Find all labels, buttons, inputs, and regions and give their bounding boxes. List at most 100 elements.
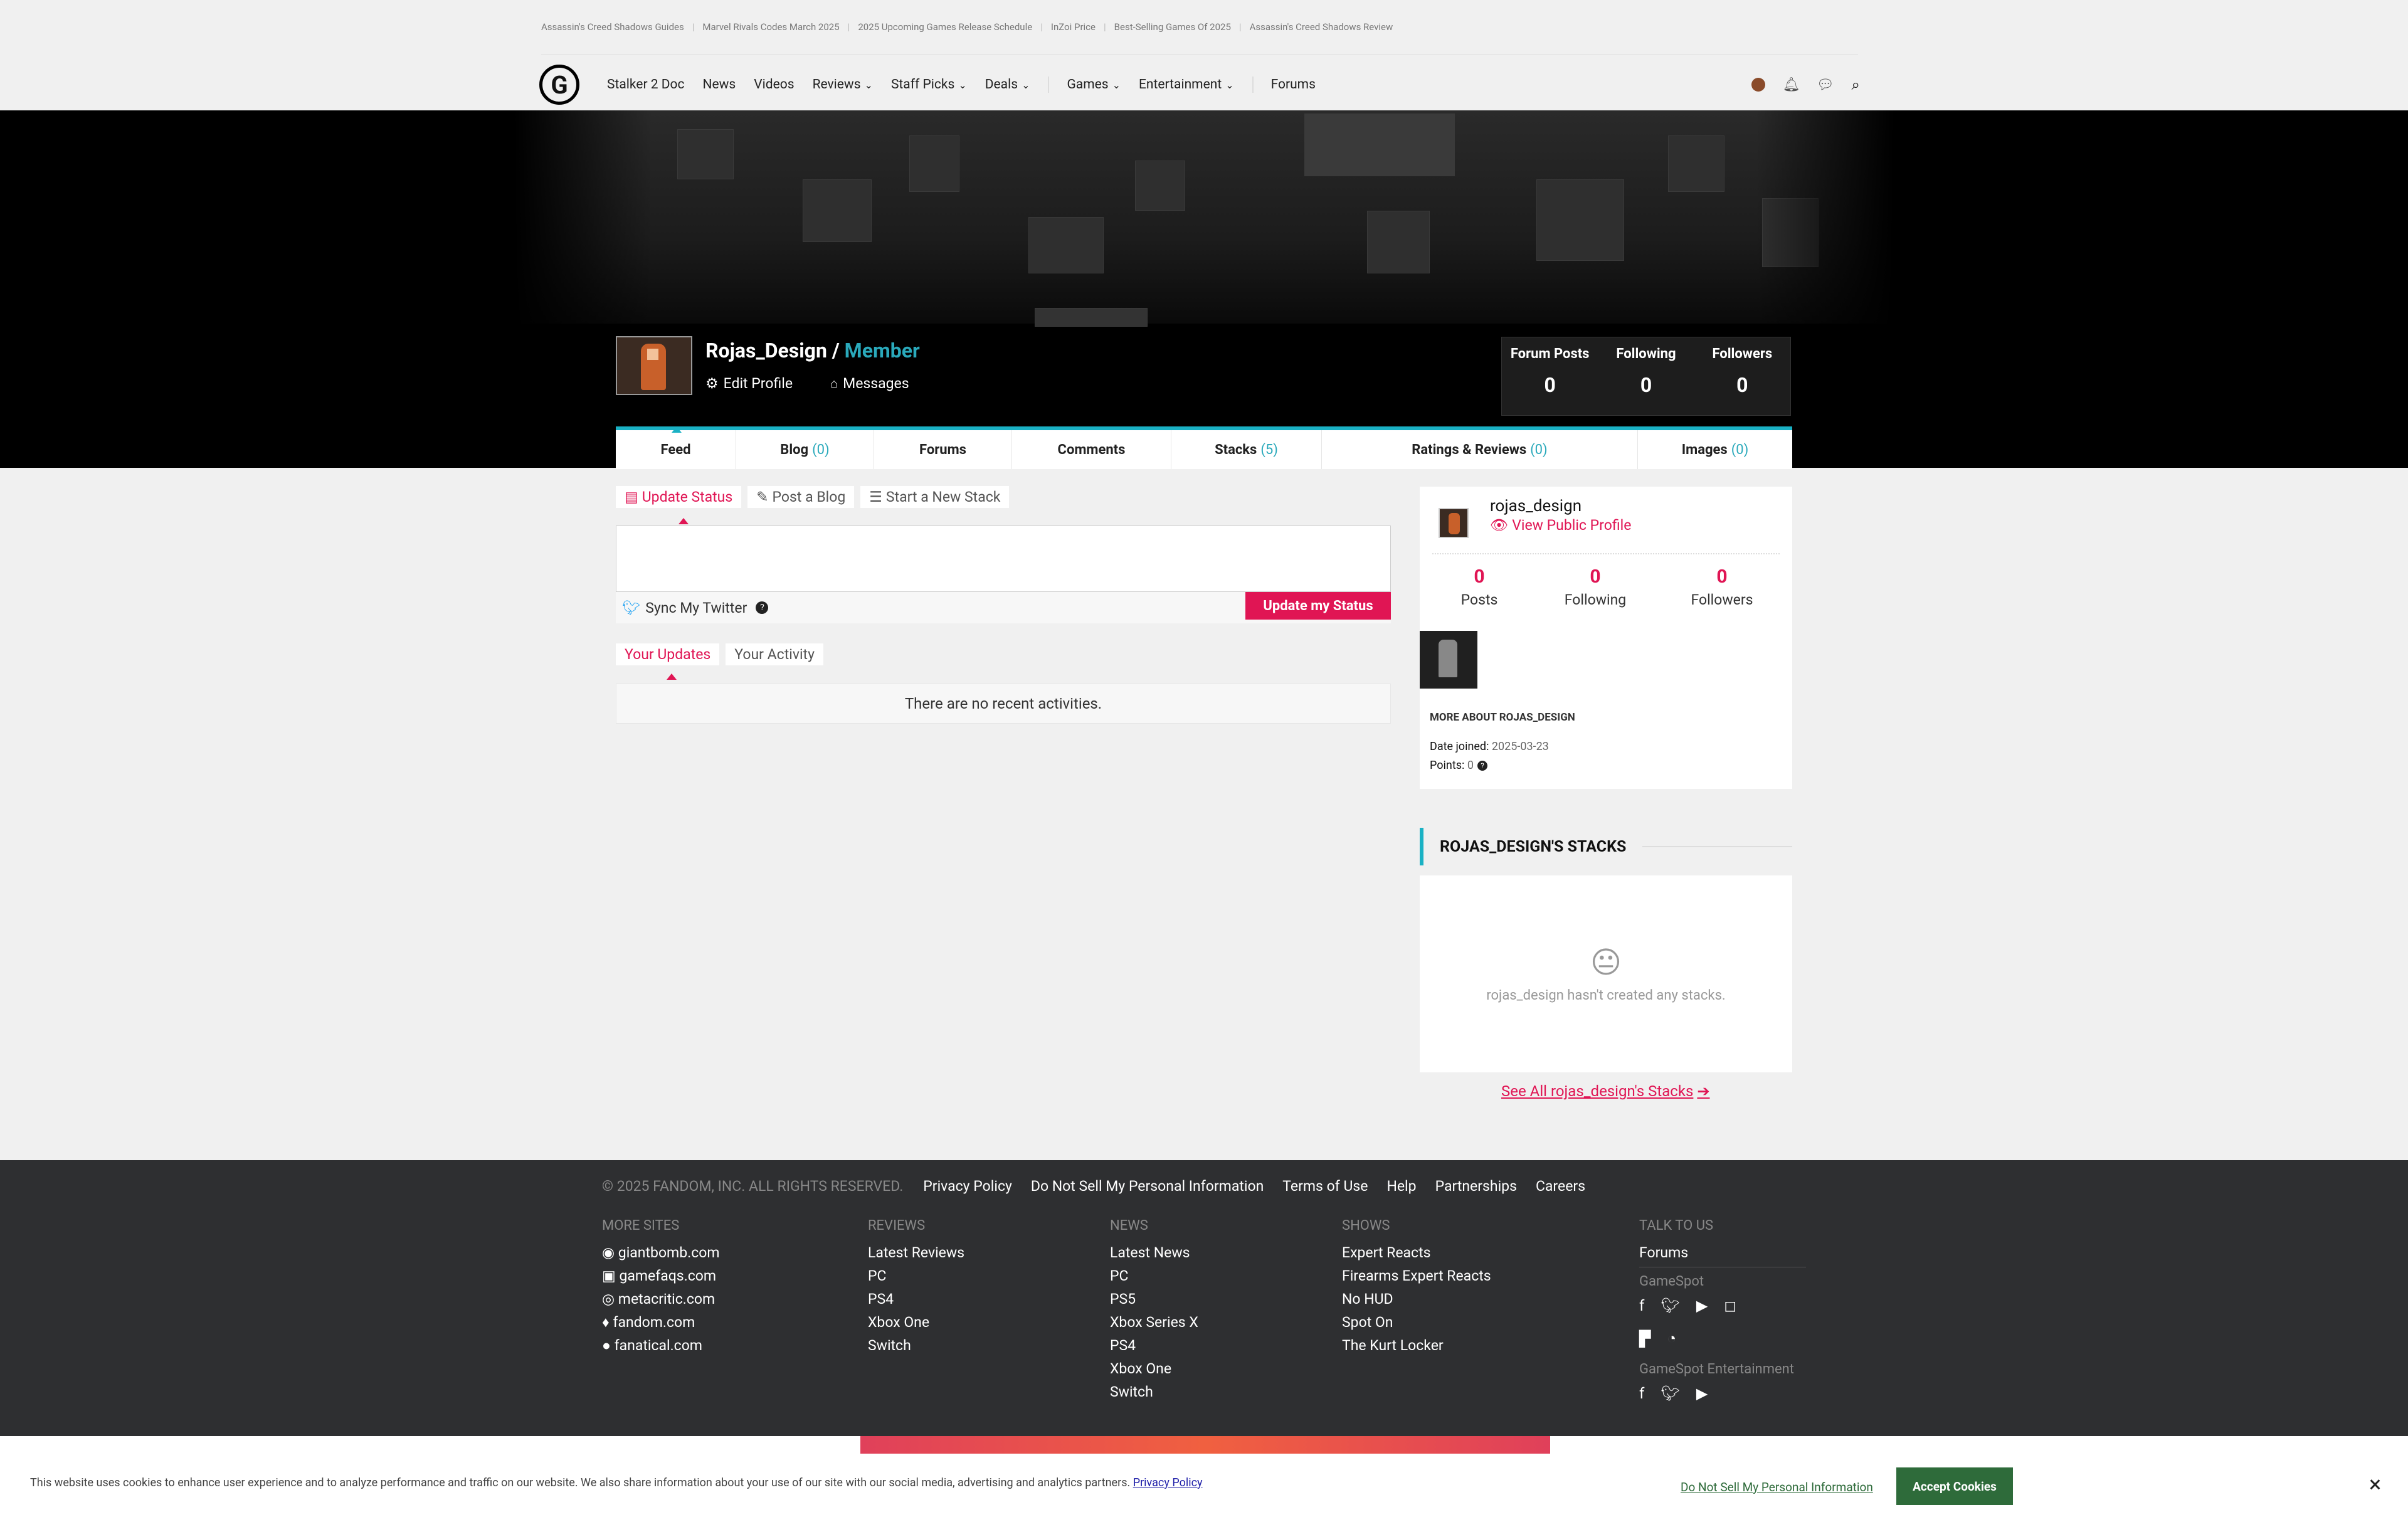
- tab-blog[interactable]: Blog (0): [736, 430, 874, 469]
- help-icon[interactable]: ?: [756, 601, 769, 614]
- giantbomb-icon: ◉: [602, 1244, 618, 1261]
- footer-link[interactable]: PS4: [868, 1287, 964, 1311]
- nav-forums[interactable]: Forums: [1271, 77, 1316, 92]
- edit-profile-link[interactable]: ⚙ Edit Profile: [705, 375, 811, 392]
- search-icon[interactable]: ⌕: [1852, 76, 1860, 93]
- site-fanatical[interactable]: ● fanatical.com: [602, 1334, 720, 1357]
- trending-link[interactable]: Assassin's Creed Shadows Guides: [541, 21, 684, 33]
- chat-icon[interactable]: 💬︎: [1817, 77, 1834, 93]
- view-public-profile-link[interactable]: 👁︎ View Public Profile: [1490, 517, 1631, 534]
- twitter-icon: 🐦︎: [622, 599, 641, 616]
- footer-link[interactable]: Xbox One: [868, 1311, 964, 1334]
- footer-link-dnsmpi[interactable]: Do Not Sell My Personal Information: [1031, 1178, 1264, 1195]
- instagram-icon[interactable]: ◻: [1724, 1297, 1736, 1314]
- footer-link[interactable]: Xbox Series X: [1110, 1311, 1198, 1334]
- nav-staff-picks[interactable]: Staff Picks ⌄: [891, 77, 967, 92]
- sync-twitter-toggle[interactable]: Sync My Twitter: [645, 600, 747, 616]
- site-fandom[interactable]: ♦ fandom.com: [602, 1311, 720, 1334]
- tab-update-status[interactable]: ▤ Update Status: [616, 485, 742, 508]
- accept-cookies-button[interactable]: Accept Cookies: [1896, 1467, 2013, 1505]
- help-icon[interactable]: ?: [1477, 760, 1487, 771]
- stat-forum-posts[interactable]: Forum Posts 0: [1502, 337, 1598, 397]
- youtube-icon[interactable]: ▶: [1696, 1297, 1708, 1314]
- card-username[interactable]: rojas_design: [1490, 497, 1582, 515]
- nav-games[interactable]: Games ⌄: [1067, 77, 1121, 92]
- member-role[interactable]: Member: [845, 339, 920, 362]
- stat-followers[interactable]: Followers 0: [1694, 337, 1790, 397]
- tab-forums[interactable]: Forums: [874, 430, 1012, 469]
- bell-icon[interactable]: 🔔︎: [1783, 77, 1800, 93]
- footer-link[interactable]: Firearms Expert Reacts: [1342, 1264, 1491, 1287]
- tab-post-blog[interactable]: ✎ Post a Blog: [747, 485, 855, 508]
- footer-link[interactable]: Xbox One: [1110, 1357, 1198, 1380]
- nav-reviews[interactable]: Reviews ⌄: [813, 77, 873, 92]
- facebook-icon[interactable]: f: [1639, 1385, 1644, 1402]
- separator: |: [1103, 21, 1106, 33]
- do-not-sell-link[interactable]: Do Not Sell My Personal Information: [1681, 1480, 1873, 1494]
- site-gamefaqs[interactable]: ▣ gamefaqs.com: [602, 1264, 720, 1287]
- card-stat-posts[interactable]: 0 Posts: [1420, 566, 1539, 608]
- tab-images[interactable]: Images (0): [1638, 430, 1792, 469]
- nav-entertainment[interactable]: Entertainment ⌄: [1139, 77, 1234, 92]
- trending-link[interactable]: Assassin's Creed Shadows Review: [1250, 21, 1393, 33]
- tab-new-stack[interactable]: ☰ Start a New Stack: [860, 485, 1010, 508]
- card-divider: [1432, 553, 1780, 554]
- user-image-thumbnail[interactable]: [1420, 631, 1477, 689]
- footer-link[interactable]: PC: [868, 1264, 964, 1287]
- separator: |: [847, 21, 850, 33]
- site-giantbomb[interactable]: ◉ giantbomb.com: [602, 1241, 720, 1264]
- tab-ratings-reviews[interactable]: Ratings & Reviews (0): [1322, 430, 1638, 469]
- footer-link[interactable]: Latest News: [1110, 1241, 1198, 1264]
- footer-link[interactable]: Switch: [1110, 1380, 1198, 1403]
- stat-following[interactable]: Following 0: [1598, 337, 1694, 397]
- tab-your-updates[interactable]: Your Updates: [616, 643, 720, 665]
- tab-stacks[interactable]: Stacks (5): [1171, 430, 1322, 469]
- trending-link[interactable]: Marvel Rivals Codes March 2025: [702, 21, 839, 33]
- tab-your-activity[interactable]: Your Activity: [726, 643, 823, 665]
- status-textarea[interactable]: [616, 526, 1391, 592]
- footer-link-terms[interactable]: Terms of Use: [1282, 1178, 1368, 1195]
- twitter-icon[interactable]: 🐦︎: [1661, 1297, 1679, 1314]
- tab-feed[interactable]: Feed: [616, 430, 736, 469]
- footer-link[interactable]: PS5: [1110, 1287, 1198, 1311]
- cookie-privacy-link[interactable]: Privacy Policy: [1133, 1476, 1203, 1489]
- footer-link-help[interactable]: Help: [1386, 1178, 1416, 1195]
- nav-videos[interactable]: Videos: [754, 77, 794, 92]
- trending-link[interactable]: 2025 Upcoming Games Release Schedule: [858, 21, 1032, 33]
- banner-tile: [677, 129, 734, 179]
- messages-link[interactable]: ⌂ Messages: [830, 375, 928, 392]
- trending-link[interactable]: Best-Selling Games Of 2025: [1114, 21, 1231, 33]
- facebook-icon[interactable]: f: [1639, 1297, 1644, 1314]
- rss-icon[interactable]: ◔: [1667, 1329, 1676, 1348]
- footer-link-careers[interactable]: Careers: [1536, 1178, 1585, 1195]
- close-icon[interactable]: ×: [2369, 1471, 2381, 1498]
- card-stat-followers[interactable]: 0 Followers: [1652, 566, 1792, 608]
- card-stat-following[interactable]: 0 Following: [1539, 566, 1652, 608]
- footer-link[interactable]: The Kurt Locker: [1342, 1334, 1491, 1357]
- footer-link[interactable]: Switch: [868, 1334, 964, 1357]
- footer-link[interactable]: PC: [1110, 1264, 1198, 1287]
- nav-deals[interactable]: Deals ⌄: [985, 77, 1030, 92]
- nav-news[interactable]: News: [703, 77, 736, 92]
- footer-link[interactable]: Latest Reviews: [868, 1241, 964, 1264]
- youtube-icon[interactable]: ▶: [1696, 1385, 1708, 1402]
- card-avatar[interactable]: [1439, 508, 1469, 538]
- site-metacritic[interactable]: ◎ metacritic.com: [602, 1287, 720, 1311]
- footer-link-partnerships[interactable]: Partnerships: [1435, 1178, 1517, 1195]
- gamespot-logo[interactable]: G: [539, 65, 579, 105]
- user-avatar-icon[interactable]: [1751, 78, 1765, 92]
- tab-comments[interactable]: Comments: [1012, 430, 1171, 469]
- twitter-icon[interactable]: 🐦︎: [1661, 1385, 1679, 1402]
- profile-avatar[interactable]: [616, 336, 692, 395]
- footer-link[interactable]: Expert Reacts: [1342, 1241, 1491, 1264]
- footer-link-privacy[interactable]: Privacy Policy: [923, 1178, 1012, 1195]
- footer-link[interactable]: Spot On: [1342, 1311, 1491, 1334]
- trending-link[interactable]: InZoi Price: [1051, 21, 1096, 33]
- footer-link-forums[interactable]: Forums: [1639, 1241, 1806, 1267]
- nav-stalker2[interactable]: Stalker 2 Doc: [607, 77, 685, 92]
- flipboard-icon[interactable]: ▛: [1639, 1330, 1650, 1348]
- see-all-stacks-link[interactable]: See All rojas_design's Stacks ➔: [1501, 1082, 1710, 1100]
- footer-link[interactable]: No HUD: [1342, 1287, 1491, 1311]
- footer-link[interactable]: PS4: [1110, 1334, 1198, 1357]
- update-status-button[interactable]: Update my Status: [1245, 592, 1391, 620]
